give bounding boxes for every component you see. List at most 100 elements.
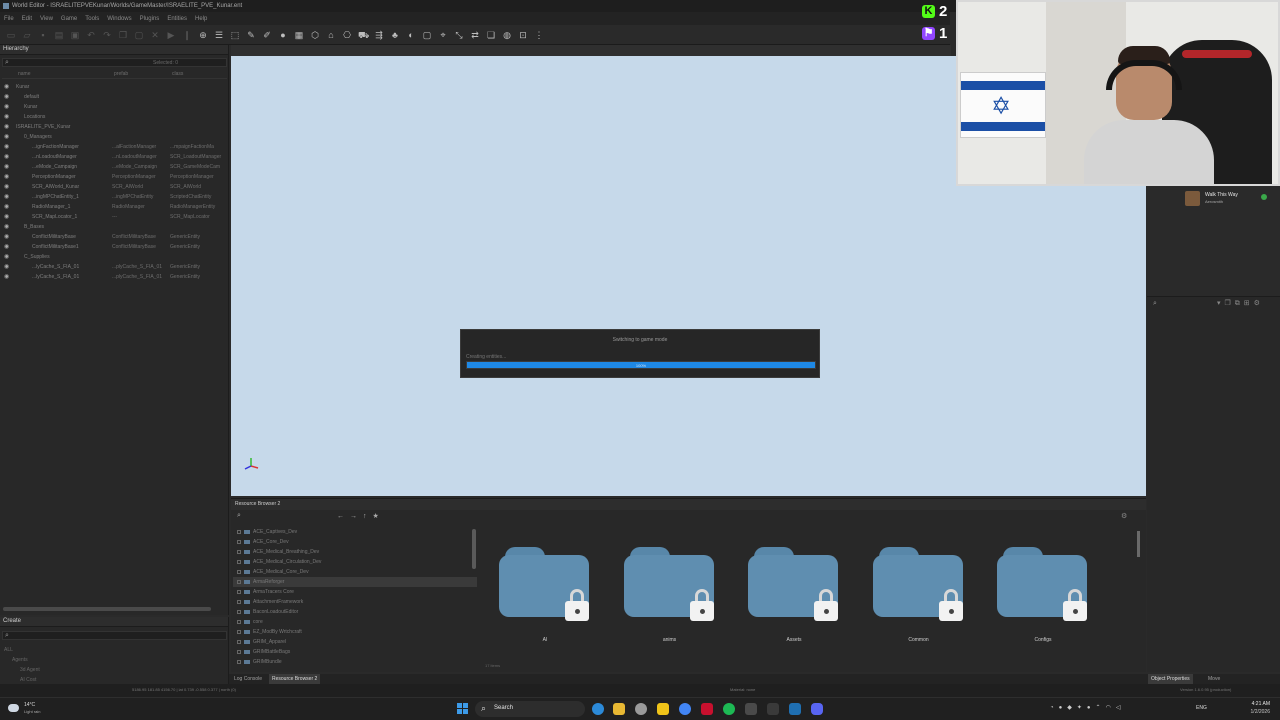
editor-icon[interactable] xyxy=(767,703,779,715)
menu-view[interactable]: View xyxy=(40,16,53,22)
visibility-eye-icon[interactable]: ◉ xyxy=(4,142,9,152)
visibility-eye-icon[interactable]: ◉ xyxy=(4,152,9,162)
expand-icon[interactable] xyxy=(237,570,241,574)
tree-icon[interactable]: ⊞ xyxy=(1244,300,1254,307)
visibility-eye-icon[interactable]: ◉ xyxy=(4,122,9,132)
taskbar-search[interactable]: ⌕ Search xyxy=(475,701,585,717)
visibility-eye-icon[interactable]: ◉ xyxy=(4,182,9,192)
column-prefab[interactable]: prefab xyxy=(114,71,128,77)
game-app-icon[interactable] xyxy=(701,703,713,715)
table-row[interactable]: ◉ ConflictMilitaryBase ConflictMilitaryBas… xyxy=(0,232,229,242)
workbench-icon[interactable] xyxy=(745,703,757,715)
table-row[interactable]: ◉ ConflictMilitaryBase1 ConflictMilitaryBa… xyxy=(0,242,229,252)
hierarchy-scrollbar[interactable] xyxy=(3,607,211,611)
weather-widget[interactable]: 14°C Light rain xyxy=(8,702,52,718)
table-row[interactable]: ◉ ...lyCache_S_FIA_01 ...plyCache_S_FIA_01… xyxy=(0,272,229,282)
menu-plugins[interactable]: Plugins xyxy=(140,16,160,22)
table-row[interactable]: ◉ ...ingMPChatEntity_1 ...ingMPChatEntity S… xyxy=(0,192,229,202)
notes-app-icon[interactable] xyxy=(657,703,669,715)
menu-windows[interactable]: Windows xyxy=(107,16,131,22)
list-item[interactable]: BaconLoadoutEditor xyxy=(233,607,477,617)
play-icon[interactable]: ▶ xyxy=(166,30,176,40)
water-icon[interactable]: ◐ xyxy=(406,30,416,40)
swap-icon[interactable]: ⇄ xyxy=(470,30,480,40)
list-item[interactable]: EZ_ModBy Wrtchcraft xyxy=(233,627,477,637)
column-name[interactable]: name xyxy=(18,71,31,77)
list-item[interactable]: GRIMBundle xyxy=(233,657,477,667)
create-item[interactable]: 3d Agent xyxy=(4,665,40,675)
new-file-icon[interactable]: ▭ xyxy=(6,30,16,40)
windows-start-icon[interactable] xyxy=(457,703,469,715)
discord-icon[interactable] xyxy=(811,703,823,715)
tray-icon[interactable]: ● xyxy=(1087,705,1096,711)
expand-icon[interactable] xyxy=(237,530,241,534)
grid-scrollbar[interactable] xyxy=(1137,531,1140,557)
visibility-eye-icon[interactable]: ◉ xyxy=(4,242,9,252)
visibility-eye-icon[interactable]: ◉ xyxy=(4,132,9,142)
locked-folder[interactable]: AI xyxy=(499,545,591,645)
tab-move[interactable]: Move xyxy=(1205,674,1223,684)
expand-icon[interactable] xyxy=(237,660,241,664)
spotify-app-icon[interactable] xyxy=(723,703,735,715)
expand-icon[interactable] xyxy=(237,620,241,624)
table-row[interactable]: ◉ Kunar xyxy=(0,82,229,92)
table-row[interactable]: ◉ B_Bases xyxy=(0,222,229,232)
grid-icon[interactable]: ▦ xyxy=(294,30,304,40)
snap-icon[interactable]: ⌖ xyxy=(438,30,448,40)
list-item[interactable]: AttachmentFramework xyxy=(233,597,477,607)
visibility-eye-icon[interactable]: ◉ xyxy=(4,232,9,242)
expand-icon[interactable] xyxy=(237,540,241,544)
tab-resource-browser[interactable]: Resource Browser 2 xyxy=(269,674,321,684)
visibility-eye-icon[interactable]: ◉ xyxy=(4,102,9,112)
column-class[interactable]: class xyxy=(172,71,183,77)
file-explorer-icon[interactable] xyxy=(613,703,625,715)
expand-icon[interactable] xyxy=(237,550,241,554)
list-item[interactable]: ArmaReforger xyxy=(233,577,477,587)
tray-icon[interactable]: ⌃ xyxy=(1096,705,1106,711)
visibility-eye-icon[interactable]: ◉ xyxy=(4,202,9,212)
create-item[interactable]: ALL xyxy=(4,645,40,655)
layers-icon[interactable]: ☰ xyxy=(214,30,224,40)
locked-folder[interactable]: Common xyxy=(872,545,965,645)
pause-icon[interactable]: ❙ xyxy=(182,30,192,40)
create-item[interactable]: Agents xyxy=(4,655,40,665)
link-icon[interactable]: ⧉ xyxy=(1235,300,1244,307)
input-language[interactable]: ENG xyxy=(1196,705,1207,711)
favorite-icon[interactable]: ★ xyxy=(373,513,385,520)
volume-icon[interactable]: ◁ xyxy=(1116,705,1126,711)
tray-icon[interactable]: ◔ xyxy=(1050,705,1059,711)
menu-edit[interactable]: Edit xyxy=(22,16,32,22)
table-row[interactable]: ◉ 0_Managers xyxy=(0,132,229,142)
list-item[interactable]: ACE_Core_Dev xyxy=(233,537,477,547)
visibility-eye-icon[interactable]: ◉ xyxy=(4,222,9,232)
copy-icon[interactable]: ❐ xyxy=(118,30,128,40)
menu-entities[interactable]: Entities xyxy=(167,16,187,22)
expand-icon[interactable] xyxy=(237,560,241,564)
undo-icon[interactable]: ↶ xyxy=(86,30,96,40)
table-row[interactable]: ◉ C_Supplies xyxy=(0,252,229,262)
road-icon[interactable]: ⇶ xyxy=(374,30,384,40)
visibility-eye-icon[interactable]: ◉ xyxy=(4,162,9,172)
lock-icon[interactable]: ⊡ xyxy=(518,30,528,40)
edge-icon[interactable] xyxy=(592,703,604,715)
select-icon[interactable]: ⬚ xyxy=(230,30,240,40)
taskbar-clock[interactable]: 4:21 AM 1/2/2026 xyxy=(1220,700,1270,716)
gizmo-icon[interactable]: ⊕ xyxy=(198,30,208,40)
settings-icon[interactable]: ⚙ xyxy=(1254,300,1264,307)
table-row[interactable]: ◉ SCR_MapLocator_1 --- SCR_MapLocator xyxy=(0,212,229,222)
create-search-input[interactable]: ⌕ xyxy=(2,631,227,640)
table-row[interactable]: ◉ default xyxy=(0,92,229,102)
locked-folder[interactable]: Configs xyxy=(997,545,1089,645)
up-icon[interactable]: ↑ xyxy=(363,513,373,520)
table-row[interactable]: ◉ ...eMode_Campaign ...eMode_Campaign SCR_G… xyxy=(0,162,229,172)
visibility-eye-icon[interactable]: ◉ xyxy=(4,272,9,282)
table-row[interactable]: ◉ SCR_AIWorld_Kunar SCR_AIWorld SCR_AIWorld xyxy=(0,182,229,192)
locked-folder[interactable]: anims xyxy=(623,545,716,645)
list-item[interactable]: ACE_Medical_Circulation_Dev xyxy=(233,557,477,567)
menu-tools[interactable]: Tools xyxy=(85,16,99,22)
table-row[interactable]: ◉ RadioManager_1 RadioManager RadioManagerE… xyxy=(0,202,229,212)
terminal-icon[interactable] xyxy=(789,703,801,715)
table-row[interactable]: ◉ ISRAELITE_PVE_Kunar xyxy=(0,122,229,132)
list-item[interactable]: ACE_Medical_Core_Dev xyxy=(233,567,477,577)
scale-icon[interactable]: ⤡ xyxy=(454,30,464,40)
